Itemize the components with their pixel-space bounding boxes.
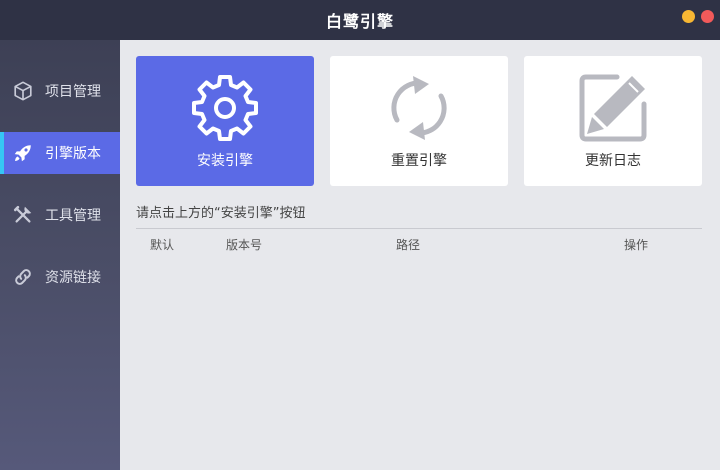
column-actions: 操作: [624, 238, 649, 252]
sidebar-item-label: 工具管理: [45, 208, 101, 224]
minimize-button[interactable]: [682, 10, 695, 23]
sidebar-item-projects[interactable]: 项目管理: [0, 70, 120, 112]
app-window: 白鹭引擎 项目管理 引擎版本 工具管理 资源链接 安装引擎 重置引擎 更新日志 …: [0, 0, 720, 470]
sidebar-item-label: 资源链接: [45, 270, 101, 286]
column-default: 默认: [150, 238, 175, 252]
sidebar-item-resources[interactable]: 资源链接: [0, 256, 120, 298]
window-controls: [682, 10, 714, 23]
column-path: 路径: [396, 238, 421, 252]
install-engine-button[interactable]: 安装引擎: [136, 56, 314, 186]
versions-table-header: 默认 版本号 路径 操作: [136, 228, 702, 257]
column-version: 版本号: [226, 238, 263, 252]
close-button[interactable]: [701, 10, 714, 23]
sidebar: 项目管理 引擎版本 工具管理 资源链接: [0, 40, 120, 470]
reset-engine-label: 重置引擎: [391, 153, 447, 169]
reset-engine-button[interactable]: 重置引擎: [330, 56, 508, 186]
link-icon: [12, 266, 34, 288]
tools-icon: [12, 204, 34, 226]
changelog-label: 更新日志: [585, 153, 641, 169]
window-title: 白鹭引擎: [325, 12, 394, 31]
hint-text: 请点击上方的“安装引擎”按钮: [136, 206, 306, 221]
gear-icon: [192, 75, 258, 141]
sidebar-item-label: 引擎版本: [45, 146, 101, 162]
sidebar-item-engine-version[interactable]: 引擎版本: [0, 132, 120, 174]
refresh-icon: [391, 76, 447, 140]
changelog-button[interactable]: 更新日志: [524, 56, 702, 186]
rocket-icon: [12, 142, 34, 164]
edit-log-icon: [579, 74, 647, 142]
cube-icon: [12, 80, 34, 102]
sidebar-item-label: 项目管理: [45, 84, 101, 100]
install-engine-label: 安装引擎: [197, 153, 253, 169]
sidebar-item-tools[interactable]: 工具管理: [0, 194, 120, 236]
title-bar[interactable]: 白鹭引擎: [0, 0, 720, 40]
main-content: 安装引擎 重置引擎 更新日志 请点击上方的“安装引擎”按钮 默认 版本号 路径 …: [120, 40, 720, 470]
